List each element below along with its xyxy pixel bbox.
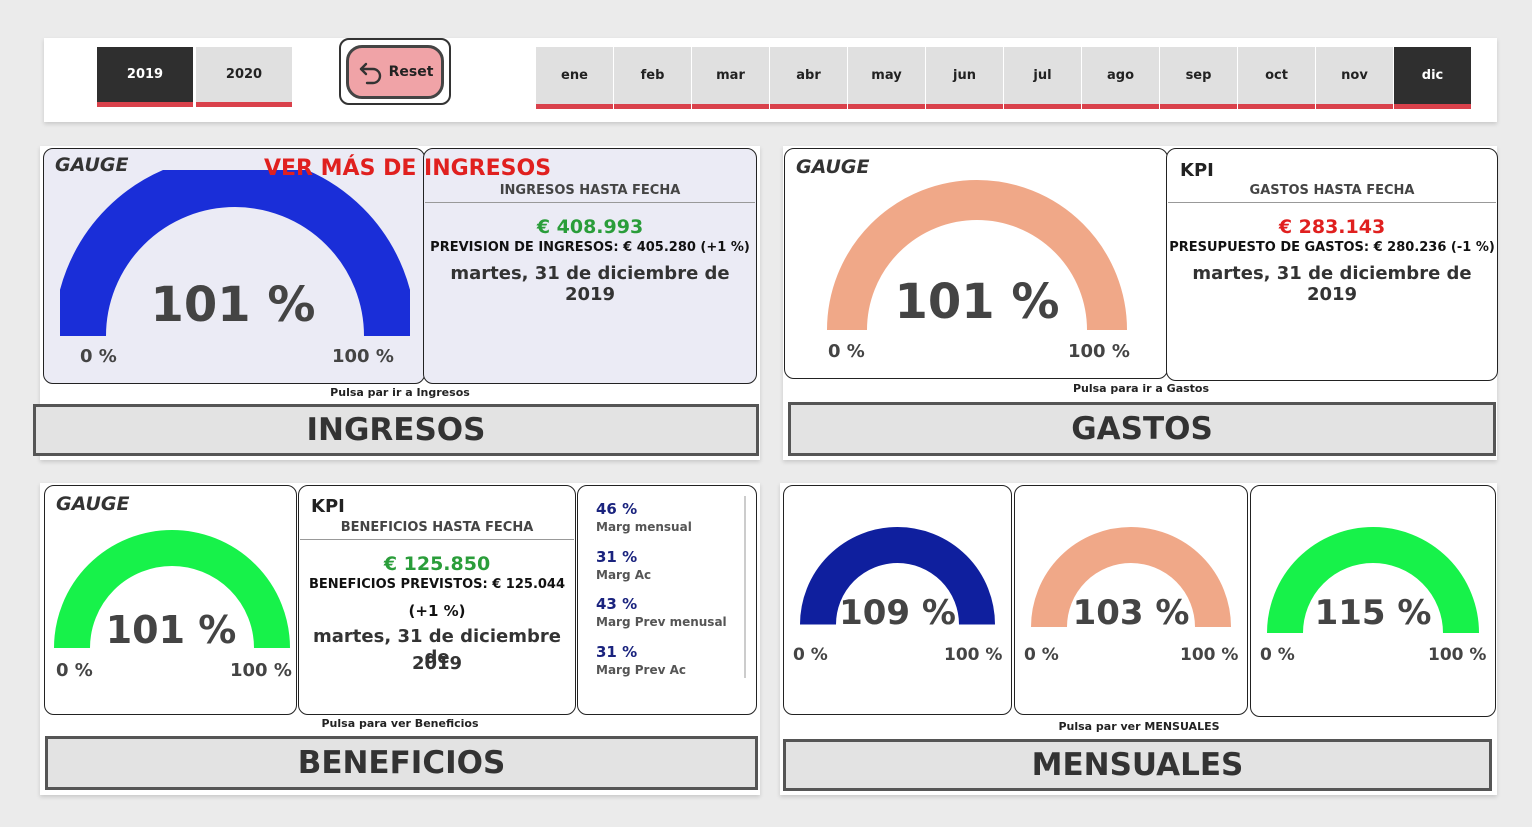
beneficios-kpi-date-year: 2019 — [411, 653, 463, 674]
mensual-gauge-max: 100 % — [1180, 645, 1239, 665]
margin-label: Marg Prev menusal — [596, 615, 727, 629]
margin-value: 31 % — [596, 548, 638, 566]
mensual-gauge-min: 0 % — [793, 645, 828, 665]
beneficios-nav-button[interactable]: BENEFICIOS — [45, 736, 758, 790]
reset-button[interactable]: Reset — [346, 45, 444, 99]
month-button-jul[interactable]: jul — [1004, 47, 1081, 109]
beneficios-kpi-title: KPI — [311, 496, 345, 517]
beneficios-hint: Pulsa para ver Beneficios — [321, 717, 479, 730]
gastos-kpi-value: € 283.143 — [1278, 216, 1386, 238]
margins-scrollbar[interactable] — [744, 496, 746, 678]
gastos-kpi-divider — [1168, 202, 1496, 203]
beneficios-gauge-min: 0 % — [56, 660, 93, 681]
gastos-gauge-value: 101 % — [894, 274, 1060, 330]
beneficios-kpi-change: (+1 %) — [408, 602, 466, 620]
ingresos-more-link[interactable]: VER MÁS DE INGRESOS — [264, 156, 551, 181]
year-button-2020[interactable]: 2020 — [196, 47, 292, 107]
month-button-abr[interactable]: abr — [770, 47, 847, 109]
margin-value: 43 % — [596, 595, 638, 613]
month-button-ago[interactable]: ago — [1082, 47, 1159, 109]
month-button-ene[interactable]: ene — [536, 47, 613, 109]
gastos-hint: Pulsa para ir a Gastos — [1072, 382, 1210, 395]
margin-label: Marg Prev Ac — [596, 663, 686, 677]
margin-label: Marg Ac — [596, 568, 652, 582]
ingresos-kpi-subtitle: INGRESOS HASTA FECHA — [499, 183, 681, 198]
beneficios-gauge-max: 100 % — [230, 660, 292, 681]
ingresos-gauge-max: 100 % — [332, 346, 394, 367]
beneficios-gauge-title: GAUGE — [56, 493, 130, 515]
beneficios-kpi-divider — [300, 539, 574, 540]
month-button-mar[interactable]: mar — [692, 47, 769, 109]
month-button-feb[interactable]: feb — [614, 47, 691, 109]
ingresos-hint: Pulsa par ir a Ingresos — [330, 386, 470, 399]
reset-label: Reset — [388, 64, 434, 80]
ingresos-kpi-forecast: PREVISION DE INGRESOS: € 405.280 (+1 %) — [430, 240, 750, 255]
mensual-gauge-value: 103 % — [1072, 593, 1190, 633]
ingresos-gauge-value: 101 % — [150, 277, 316, 333]
gastos-kpi-budget: PRESUPUESTO DE GASTOS: € 280.236 (-1 %) — [1169, 240, 1495, 255]
mensual-gauge-value: 115 % — [1314, 593, 1432, 633]
mensual-gauge-min: 0 % — [1024, 645, 1059, 665]
margin-value: 31 % — [596, 643, 638, 661]
month-button-sep[interactable]: sep — [1160, 47, 1237, 109]
ingresos-kpi-divider — [425, 202, 755, 203]
year-button-2019[interactable]: 2019 — [97, 47, 193, 107]
beneficios-kpi-subtitle: BENEFICIOS HASTA FECHA — [340, 520, 534, 535]
gastos-gauge-title: GAUGE — [796, 156, 870, 178]
beneficios-kpi-forecast: BENEFICIOS PREVISTOS: € 125.044 — [308, 577, 566, 592]
mensuales-nav-button[interactable]: MENSUALES — [783, 739, 1492, 791]
undo-arrow-icon — [359, 62, 381, 85]
mensuales-hint: Pulsa par ver MENSUALES — [1058, 720, 1220, 733]
gastos-gauge-max: 100 % — [1068, 341, 1130, 362]
ingresos-gauge-min: 0 % — [80, 346, 117, 367]
ingresos-kpi-date: martes, 31 de diciembre de 2019 — [450, 263, 730, 305]
month-button-jun[interactable]: jun — [926, 47, 1003, 109]
margin-value: 46 % — [596, 500, 638, 518]
gastos-kpi-subtitle: GASTOS HASTA FECHA — [1249, 183, 1415, 198]
mensual-gauge-max: 100 % — [1428, 645, 1487, 665]
beneficios-gauge-value: 101 % — [105, 608, 237, 652]
beneficios-kpi-value: € 125.850 — [383, 553, 491, 575]
mensual-gauge-max: 100 % — [944, 645, 1003, 665]
month-button-dic[interactable]: dic — [1394, 47, 1471, 109]
month-button-may[interactable]: may — [848, 47, 925, 109]
gastos-gauge-min: 0 % — [828, 341, 865, 362]
gastos-nav-button[interactable]: GASTOS — [788, 402, 1496, 456]
gastos-kpi-date: martes, 31 de diciembre de 2019 — [1192, 263, 1472, 305]
ingresos-kpi-value: € 408.993 — [536, 216, 644, 238]
gastos-kpi-title: KPI — [1180, 160, 1214, 181]
month-button-nov[interactable]: nov — [1316, 47, 1393, 109]
margin-label: Marg mensual — [596, 520, 692, 534]
mensual-gauge-value: 109 % — [839, 593, 956, 633]
mensual-gauge-min: 0 % — [1260, 645, 1295, 665]
ingresos-nav-button[interactable]: INGRESOS — [33, 404, 759, 456]
month-button-oct[interactable]: oct — [1238, 47, 1315, 109]
